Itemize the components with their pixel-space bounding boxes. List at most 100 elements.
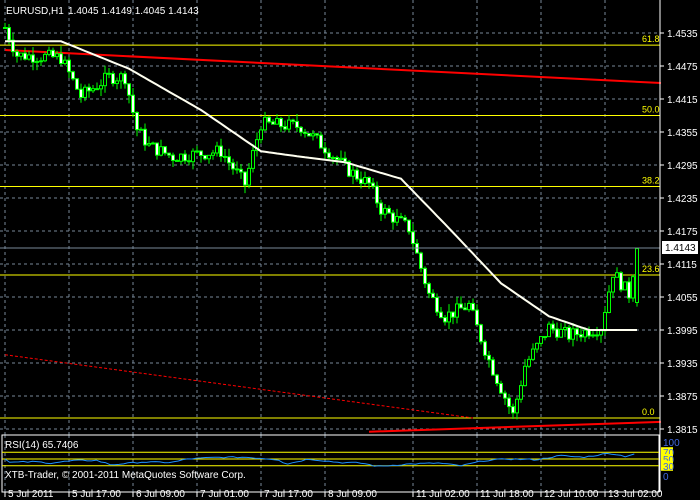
time-tick-label: 12 Jul 10:00 [544,489,599,500]
candle-body [83,86,87,98]
candle-body [223,155,227,158]
time-tick-label: 8 Jul 09:00 [328,489,377,500]
candle-body [495,374,499,384]
price-axis[interactable]: 1.4535 1.4475 1.4415 1.4355 1.4295 1.4235 1.41… [660,29,698,436]
candle-body [559,328,563,338]
candle-body [443,317,447,323]
current-price-label: 1.4143 [665,243,696,254]
price-tick-label: 1.3815 [667,425,698,436]
candles [3,22,639,420]
candle-body [335,157,339,161]
candle-body [447,311,451,323]
candle-body [235,168,239,171]
candle-body [195,150,199,153]
candle-body [551,323,555,330]
candle-body [535,342,539,350]
copyright-text: XTB-Trader, © 2001-2011 MetaQuotes Softw… [5,470,246,481]
fibonacci-levels: 61.8 50.0 38.2 23.6 0.0 [0,34,660,419]
candle-body [359,178,363,184]
price-chart[interactable]: 61.8 50.0 38.2 23.6 0.0 EURUSD,H1 1.4045 1.4… [0,0,700,500]
candle-body [47,49,51,55]
candle-body [615,272,619,278]
candle-body [463,307,467,311]
candle-body [143,128,147,146]
candle-body [63,59,67,65]
candle-body [439,311,443,319]
candle-body [603,311,607,332]
candle-body [271,121,275,125]
candle-body [39,60,43,63]
candle-body [23,52,27,60]
candle-body [239,168,243,173]
candle-body [171,154,175,161]
price-tick-label: 1.3875 [667,392,698,403]
candle-body [395,216,399,223]
candle-body [627,281,631,299]
rsi-scale-label: 0 [663,472,669,483]
candle-body [131,94,135,113]
candle-body [567,326,571,340]
candle-body [459,303,463,309]
candle-body [331,157,335,160]
rsi-line [4,452,635,467]
candle-body [251,150,255,169]
candle-body [599,330,603,336]
candle-body [147,143,151,146]
candle-body [511,406,515,414]
candle-body [311,133,315,137]
candle-body [323,147,327,154]
time-tick-label: 11 Jul 18:00 [480,489,534,500]
candle-body [139,128,143,131]
candle-body [75,78,79,90]
candle-body [123,73,127,85]
rsi-label: RSI(14) 65.7406 [5,440,79,451]
candle-body [259,129,263,141]
candle-body [303,131,307,134]
candle-body [419,252,423,269]
candle-body [479,324,483,343]
candle-body [591,334,595,337]
candle-body [291,119,295,122]
candle-body [375,185,379,204]
candle-body [531,348,535,360]
price-tick-label: 1.4415 [667,95,698,106]
candle-body [503,392,507,399]
candle-body [71,71,75,80]
candle-body [563,326,567,330]
fib-level-label: 23.6 [642,264,660,274]
candle-body [247,167,251,186]
candle-body [523,365,527,387]
candle-body [35,60,39,63]
candle-body [207,154,211,160]
candle-body [403,217,407,221]
chart-header-symbol: EURUSD,H1 [6,6,64,17]
time-tick-label: 7 Jul 01:00 [200,489,249,500]
candle-body [431,292,435,299]
candle-body [619,272,623,291]
candle-body [539,336,543,344]
candle-body [31,54,35,63]
trendlines [4,49,662,433]
candle-body [99,85,103,90]
candle-body [527,358,531,367]
candle-body [383,207,387,215]
time-axis[interactable]: 5 Jul 2011 5 Jul 17:00 6 Jul 09:00 7 Jul 01… [4,489,663,500]
candle-body [507,397,511,408]
price-tick-label: 1.3995 [667,326,698,337]
candle-body [91,88,95,92]
candle-body [555,328,559,338]
candle-body [399,216,403,219]
rsi-panel[interactable] [1,434,660,493]
candle-body [515,398,519,414]
candle-body [575,328,579,336]
candle-body [411,231,415,245]
candle-body [339,157,343,161]
candle-body [103,72,107,87]
candle-body [351,169,355,177]
candle-body [343,157,347,163]
candle-body [167,152,171,156]
candle-body [499,382,503,394]
candle-body [27,54,31,60]
candle-body [155,142,159,156]
fib-level-label: 38.2 [642,175,660,185]
